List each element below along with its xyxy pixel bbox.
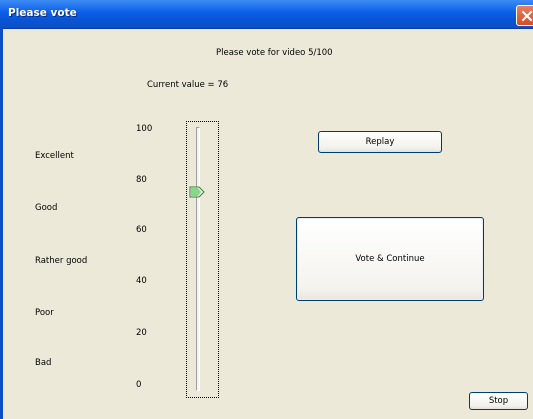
scale-label-good: Good — [35, 203, 58, 213]
slider-focus-rect — [186, 121, 219, 398]
scale-label-excellent: Excellent — [35, 151, 74, 161]
stop-button[interactable]: Stop — [469, 392, 528, 410]
window-title: Please vote — [8, 7, 77, 19]
close-icon — [521, 10, 533, 22]
tick-label: 100 — [136, 124, 153, 134]
scale-label-poor: Poor — [35, 308, 54, 318]
window-frame-left — [0, 28, 3, 419]
scale-label-bad: Bad — [35, 358, 52, 368]
current-value-text: Current value = 76 — [147, 80, 229, 90]
tick-label: 20 — [136, 328, 147, 338]
tick-label: 60 — [136, 225, 147, 235]
tick-label: 80 — [136, 175, 147, 185]
vote-prompt: Please vote for video 5/100 — [216, 48, 333, 58]
close-button[interactable] — [516, 5, 533, 26]
tick-label: 40 — [136, 276, 147, 286]
vote-continue-button[interactable]: Vote & Continue — [296, 217, 484, 301]
replay-button[interactable]: Replay — [318, 131, 442, 153]
title-bar[interactable]: Please vote — [0, 0, 533, 29]
scale-label-rather-good: Rather good — [35, 256, 88, 266]
slider-track[interactable] — [196, 127, 200, 391]
tick-label: 0 — [136, 380, 142, 390]
slider-thumb-icon — [189, 186, 205, 198]
slider-thumb[interactable] — [189, 186, 206, 201]
